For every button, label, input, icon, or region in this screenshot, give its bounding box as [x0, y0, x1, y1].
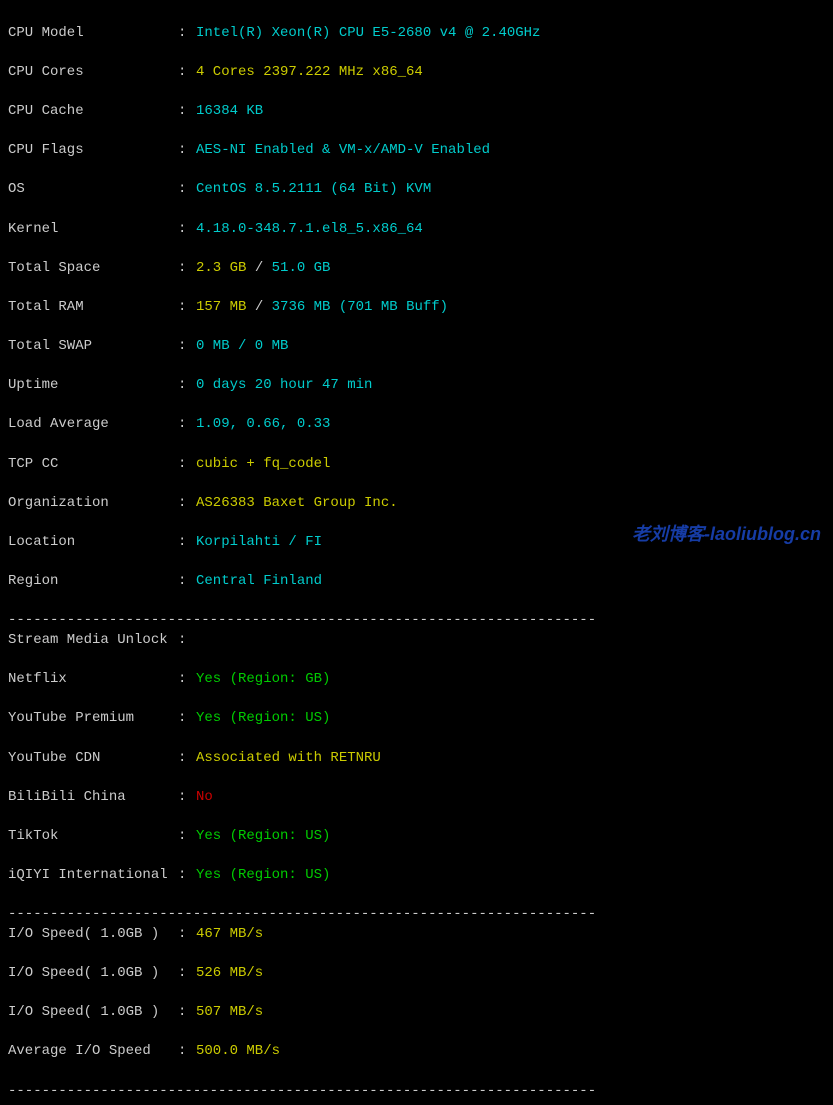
tiktok-value: Yes (Region: US)	[196, 828, 330, 844]
cpu-model-value: Intel(R) Xeon(R) CPU E5-2680 v4 @ 2.40GH…	[196, 25, 540, 41]
io3-label: I/O Speed( 1.0GB )	[8, 1003, 178, 1023]
io3-value: 507 MB/s	[196, 1004, 263, 1020]
watermark: 老刘博客-laoliublog.cn	[632, 522, 821, 547]
netflix-value: Yes (Region: GB)	[196, 671, 330, 687]
tiktok-label: TikTok	[8, 827, 178, 847]
os-label: OS	[8, 180, 178, 200]
tcp-value: cubic + fq_codel	[196, 456, 330, 472]
cpu-flags-label: CPU Flags	[8, 141, 178, 161]
total-ram-buff: (701 MB Buff)	[330, 299, 448, 315]
uptime-label: Uptime	[8, 376, 178, 396]
org-label: Organization	[8, 494, 178, 514]
divider: ----------------------------------------…	[8, 906, 596, 922]
stream-header: Stream Media Unlock	[8, 631, 178, 651]
load-label: Load Average	[8, 415, 178, 435]
ytp-value: Yes (Region: US)	[196, 710, 330, 726]
iqiyi-value: Yes (Region: US)	[196, 867, 330, 883]
ioavg-label: Average I/O Speed	[8, 1042, 178, 1062]
ytp-label: YouTube Premium	[8, 709, 178, 729]
total-space-total: 51.0 GB	[272, 260, 331, 276]
cpu-cache-value: 16384 KB	[196, 103, 263, 119]
kernel-label: Kernel	[8, 220, 178, 240]
netflix-label: Netflix	[8, 670, 178, 690]
cpu-cache-label: CPU Cache	[8, 102, 178, 122]
region-value: Central Finland	[196, 573, 322, 589]
cpu-flags-value: AES-NI Enabled & VM-x/AMD-V Enabled	[196, 142, 490, 158]
io2-label: I/O Speed( 1.0GB )	[8, 964, 178, 984]
ioavg-value: 500.0 MB/s	[196, 1043, 280, 1059]
total-ram-used: 157 MB	[196, 299, 246, 315]
org-value: AS26383 Baxet Group Inc.	[196, 495, 398, 511]
terminal-output: CPU Model: Intel(R) Xeon(R) CPU E5-2680 …	[0, 0, 833, 1105]
total-space-used: 2.3 GB	[196, 260, 246, 276]
ytcdn-value: Associated with RETNRU	[196, 750, 381, 766]
kernel-value: 4.18.0-348.7.1.el8_5.x86_64	[196, 221, 423, 237]
total-swap-label: Total SWAP	[8, 337, 178, 357]
total-swap-value: 0 MB / 0 MB	[196, 338, 288, 354]
total-space-label: Total Space	[8, 259, 178, 279]
loc-label: Location	[8, 533, 178, 553]
io1-label: I/O Speed( 1.0GB )	[8, 925, 178, 945]
loc-value: Korpilahti / FI	[196, 534, 322, 550]
ytcdn-label: YouTube CDN	[8, 749, 178, 769]
uptime-value: 0 days 20 hour 47 min	[196, 377, 372, 393]
cpu-cores-value: 4 Cores 2397.222 MHz x86_64	[196, 64, 423, 80]
divider: ----------------------------------------…	[8, 1083, 596, 1099]
bili-label: BiliBili China	[8, 788, 178, 808]
region-label: Region	[8, 572, 178, 592]
os-value: CentOS 8.5.2111 (64 Bit) KVM	[196, 181, 431, 197]
cpu-cores-label: CPU Cores	[8, 63, 178, 83]
io1-value: 467 MB/s	[196, 926, 263, 942]
load-value: 1.09, 0.66, 0.33	[196, 416, 330, 432]
total-ram-total: 3736 MB	[272, 299, 331, 315]
tcp-label: TCP CC	[8, 455, 178, 475]
divider: ----------------------------------------…	[8, 612, 596, 628]
cpu-model-label: CPU Model	[8, 24, 178, 44]
io2-value: 526 MB/s	[196, 965, 263, 981]
total-ram-label: Total RAM	[8, 298, 178, 318]
bili-value: No	[196, 789, 213, 805]
iqiyi-label: iQIYI International	[8, 866, 178, 886]
